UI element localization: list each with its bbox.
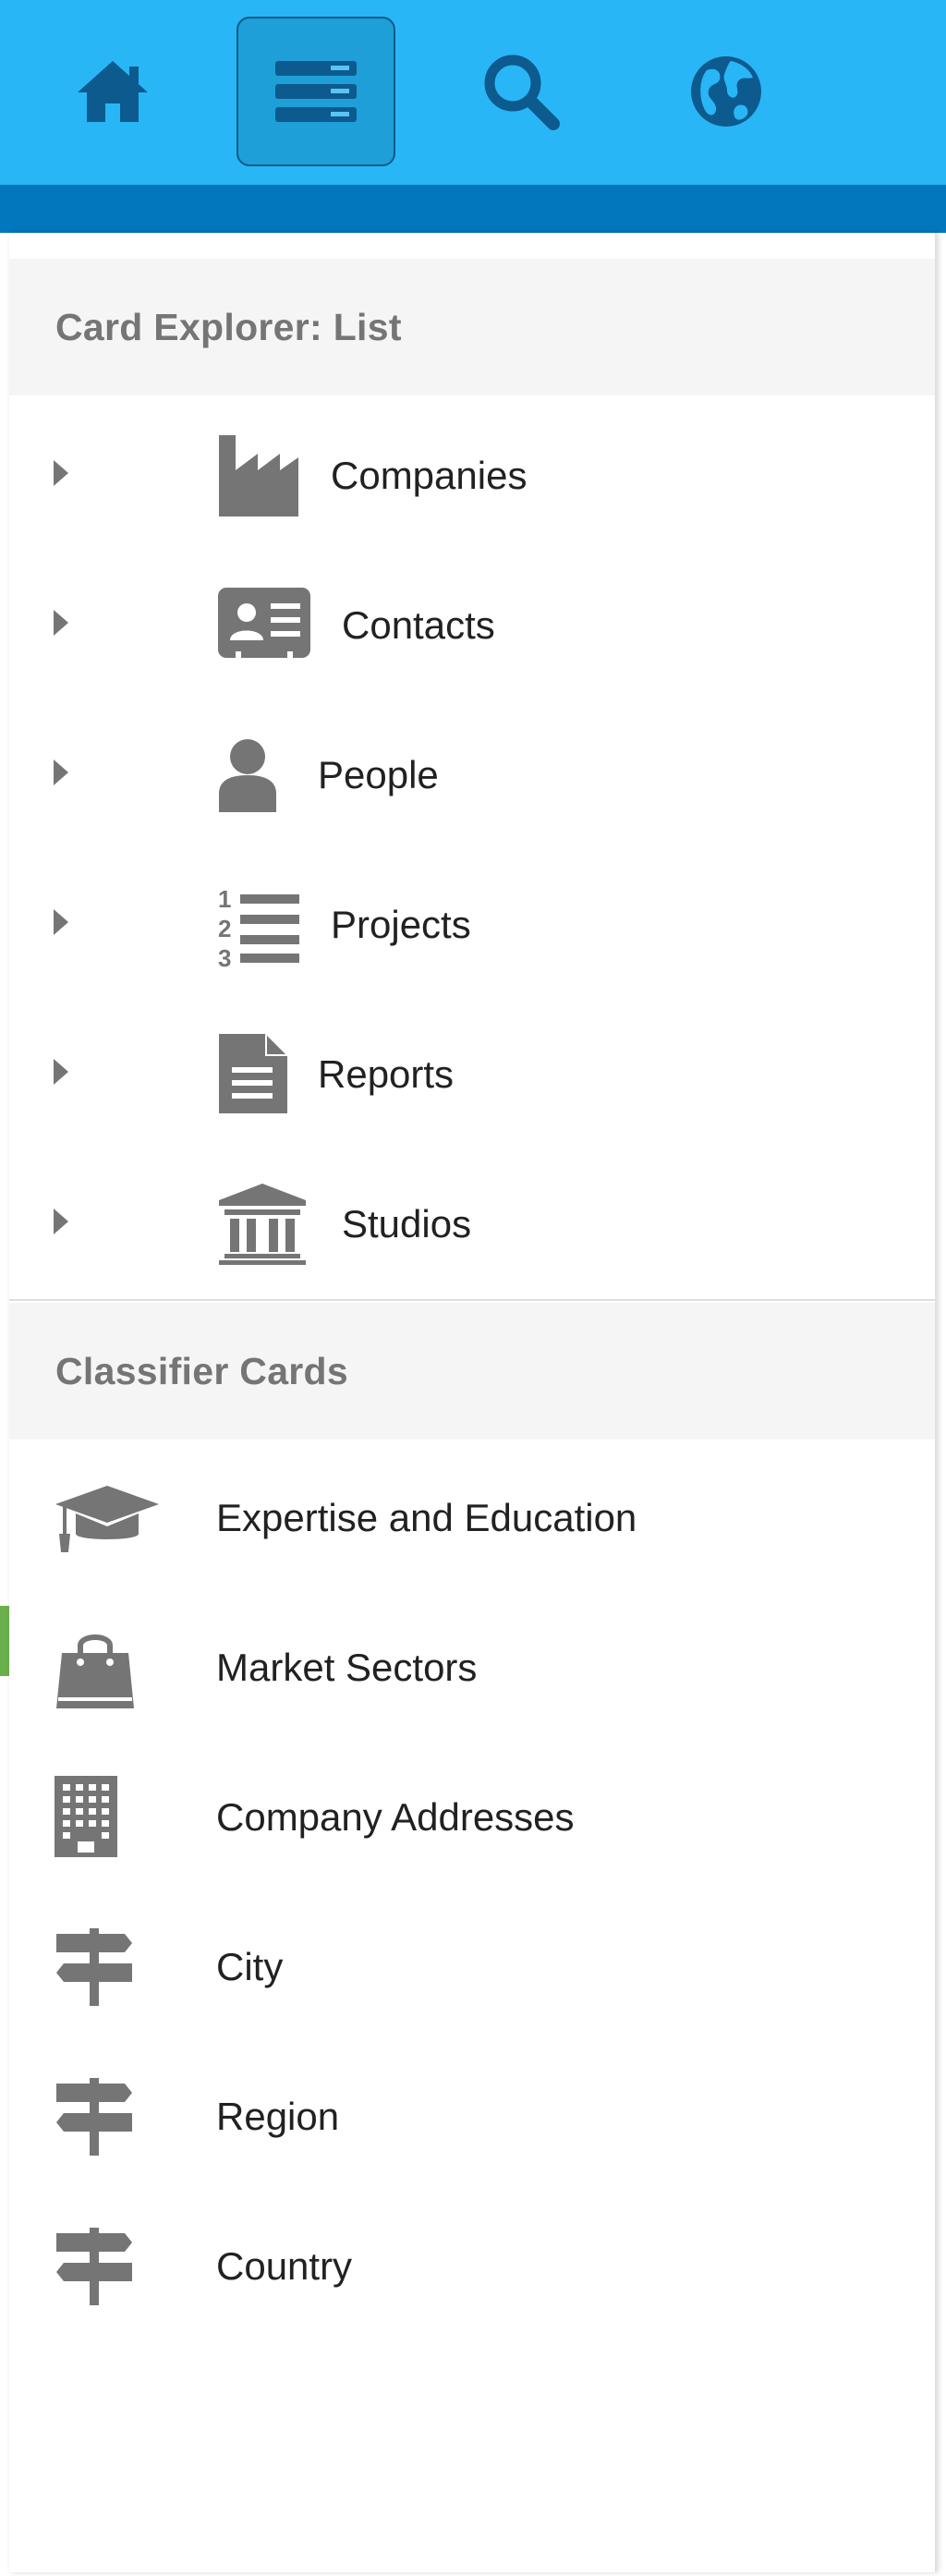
institution-icon (216, 1181, 309, 1266)
home-button[interactable] (33, 17, 192, 166)
explorer-item-studios[interactable]: Studios (9, 1149, 935, 1297)
classifier-item-company-addresses[interactable]: Company Addresses (9, 1743, 935, 1890)
home-icon (78, 61, 148, 122)
search-icon (484, 55, 560, 130)
explorer-item-label: Contacts (342, 603, 495, 647)
graduation-cap-icon (54, 1484, 161, 1554)
contact-card-icon (216, 586, 312, 660)
background-green-marker (0, 1606, 9, 1676)
explorer-item-reports[interactable]: Reports (9, 1000, 935, 1148)
signpost-icon (54, 1926, 135, 2009)
section-header-classifier-cards: Classifier Cards (9, 1303, 935, 1440)
globe-icon (691, 56, 761, 127)
building-icon (54, 1774, 118, 1859)
shopping-bag-icon (54, 1628, 137, 1711)
document-icon (216, 1031, 290, 1116)
expand-caret-icon[interactable] (54, 909, 68, 935)
svg-text:2: 2 (218, 915, 231, 942)
section-header-card-explorer: Card Explorer: List (9, 259, 935, 395)
background-page (0, 233, 9, 2572)
explorer-item-label: Companies (331, 454, 528, 497)
signpost-icon (54, 2075, 135, 2158)
factory-icon (216, 432, 301, 517)
explorer-item-projects[interactable]: 1 2 3 Projects (9, 850, 935, 998)
classifier-item-label: Market Sectors (216, 1646, 478, 1689)
expand-caret-icon[interactable] (54, 759, 68, 785)
classifier-item-market-sectors[interactable]: Market Sectors (9, 1593, 935, 1741)
explorer-item-label: Reports (318, 1052, 455, 1096)
explorer-item-companies[interactable]: Companies (9, 401, 935, 549)
globe-button[interactable] (647, 17, 806, 166)
navigation-drawer: Card Explorer: List Companies Contacts P… (9, 233, 937, 2572)
classifier-item-country[interactable]: Country (9, 2192, 935, 2339)
explorer-item-label: People (318, 753, 439, 796)
section-divider (9, 1299, 935, 1301)
list-view-button[interactable] (236, 17, 395, 166)
top-navigation-bar (0, 0, 946, 185)
svg-text:3: 3 (218, 944, 231, 968)
classifier-item-expertise-education[interactable]: Expertise and Education (9, 1443, 935, 1591)
explorer-item-people[interactable]: People (9, 700, 935, 848)
search-button[interactable] (442, 17, 600, 166)
expand-caret-icon[interactable] (54, 1059, 68, 1085)
classifier-item-label: City (216, 1945, 284, 1988)
explorer-item-label: Studios (342, 1202, 472, 1245)
top-navigation-underline (0, 185, 946, 233)
classifier-item-region[interactable]: Region (9, 2042, 935, 2190)
expand-caret-icon[interactable] (54, 1209, 68, 1234)
explorer-item-contacts[interactable]: Contacts (9, 551, 935, 699)
explorer-item-label: Projects (331, 903, 471, 946)
list-icon (275, 61, 357, 122)
person-icon (216, 737, 279, 813)
expand-caret-icon[interactable] (54, 610, 68, 636)
classifier-item-label: Company Addresses (216, 1795, 575, 1839)
numbered-list-icon: 1 2 3 (216, 883, 301, 968)
classifier-item-city[interactable]: City (9, 1892, 935, 2040)
svg-text:1: 1 (218, 885, 231, 913)
classifier-item-label: Region (216, 2095, 340, 2138)
classifier-item-label: Country (216, 2244, 353, 2288)
signpost-icon (54, 2225, 135, 2308)
expand-caret-icon[interactable] (54, 460, 68, 486)
classifier-item-label: Expertise and Education (216, 1496, 637, 1539)
